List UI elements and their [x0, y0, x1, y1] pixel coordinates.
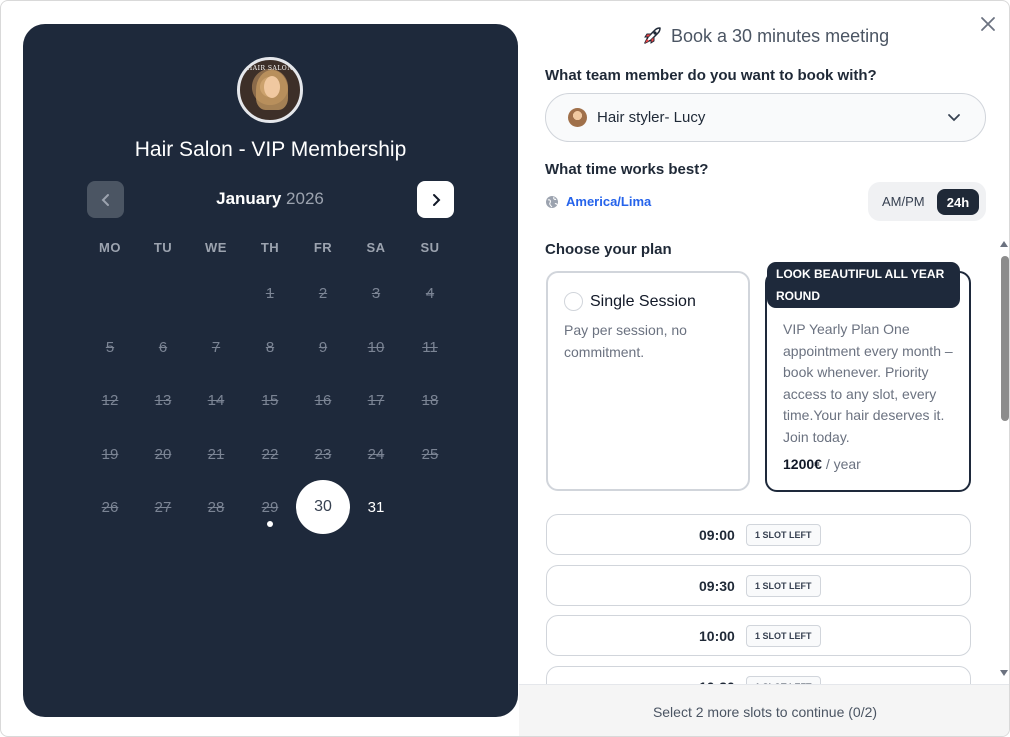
slot-badge: 1 SLOT LEFT [746, 524, 821, 546]
calendar-day: 10 [367, 339, 385, 356]
timezone-selector[interactable]: America/Lima [545, 194, 651, 209]
format-ampm-option[interactable]: AM/PM [882, 194, 925, 209]
plan-description: VIP Yearly Plan One appointment every mo… [783, 321, 953, 445]
plan-banner: LOOK BEAUTIFUL ALL YEAR ROUND [767, 262, 960, 308]
globe-icon [546, 195, 558, 208]
calendar-day: 14 [207, 392, 225, 409]
calendar-day-selected[interactable]: 30 [296, 480, 350, 534]
calendar-day: 21 [207, 446, 225, 463]
slot-time: 09:30 [699, 578, 735, 594]
next-month-button[interactable] [417, 181, 454, 218]
calendar-day: 2 [318, 285, 328, 302]
calendar-panel: HAIR SALON Hair Salon - VIP Membership J… [23, 24, 518, 717]
calendar-day: 24 [367, 446, 385, 463]
prev-month-button[interactable] [87, 181, 124, 218]
plan-question: Choose your plan [545, 241, 672, 258]
chevron-down-icon [948, 114, 960, 122]
calendar-day: 17 [367, 392, 385, 409]
timezone-name[interactable]: America/Lima [566, 194, 651, 209]
calendar-day: 20 [154, 446, 172, 463]
plan-radio[interactable] [564, 292, 583, 311]
time-format-toggle[interactable]: AM/PM 24h [868, 182, 986, 221]
weekday-su: SU [420, 240, 440, 255]
plan-description: Pay per session, no commitment. [564, 322, 687, 360]
booking-modal: HAIR SALON Hair Salon - VIP Membership J… [0, 0, 1010, 737]
month-name: January [216, 189, 282, 208]
slot-time: 09:00 [699, 527, 735, 543]
avatar-text: HAIR SALON [247, 65, 293, 72]
calendar-day: 1 [265, 285, 275, 302]
team-member-select[interactable]: Hair styler- Lucy [545, 93, 986, 142]
calendar-day: 6 [158, 339, 168, 356]
chevron-right-icon [432, 193, 440, 206]
weekday-mo: MO [99, 240, 121, 255]
close-button[interactable] [977, 13, 999, 35]
scroll-down-arrow-icon[interactable] [1000, 670, 1008, 676]
month-label: January 2026 [133, 189, 407, 209]
calendar-day: 9 [318, 339, 328, 356]
salon-avatar: HAIR SALON [237, 57, 303, 123]
scrollbar-thumb[interactable] [1001, 256, 1009, 421]
today-indicator [267, 521, 273, 527]
weekday-th: TH [260, 240, 280, 255]
meeting-title: Book a 30 minutes meeting [641, 25, 889, 47]
calendar-day: 11 [422, 339, 438, 356]
calendar-day: 28 [207, 499, 225, 516]
calendar-day: 25 [421, 446, 439, 463]
slot-time: 10:00 [699, 628, 735, 644]
calendar-day: 7 [211, 339, 221, 356]
plan-price-amount: 1200€ [783, 456, 822, 472]
weekday-we: WE [205, 240, 227, 255]
meeting-title-text: Book a 30 minutes meeting [671, 25, 890, 46]
chevron-left-icon [101, 193, 109, 206]
time-slot[interactable]: 10:00 1 SLOT LEFT [546, 615, 971, 656]
calendar-day: 27 [154, 499, 172, 516]
rocket-icon [644, 27, 661, 44]
calendar-day: 3 [371, 285, 381, 302]
calendar-day: 12 [101, 392, 119, 409]
calendar-day: 13 [154, 392, 172, 409]
calendar-day: 22 [261, 446, 279, 463]
calendar-day: 15 [261, 392, 279, 409]
footer-status-text: Select 2 more slots to continue (0/2) [652, 703, 878, 720]
plan-price-period: / year [821, 456, 861, 472]
close-icon [981, 17, 995, 31]
slot-badge: 1 SLOT LEFT [746, 625, 821, 647]
slot-badge: 1 SLOT LEFT [746, 575, 821, 597]
team-question: What team member do you want to book wit… [545, 67, 877, 84]
weekday-fr: FR [313, 240, 333, 255]
event-title: Hair Salon - VIP Membership [134, 138, 407, 161]
month-year: 2026 [286, 189, 324, 208]
calendar-day-available[interactable]: 31 [356, 499, 396, 516]
continue-footer: Select 2 more slots to continue (0/2) [519, 684, 1009, 736]
team-member-value: Hair styler- Lucy [597, 109, 706, 126]
time-slot[interactable]: 09:30 1 SLOT LEFT [546, 565, 971, 606]
team-member-avatar [568, 108, 587, 127]
weekday-sa: SA [366, 240, 386, 255]
calendar-day: 8 [265, 339, 275, 356]
format-24h-option[interactable]: 24h [937, 189, 979, 215]
plan-price: 1200€ / year [783, 456, 861, 472]
calendar-day: 16 [314, 392, 332, 409]
plan-card-single[interactable]: Single Session Pay per session, no commi… [546, 271, 750, 491]
calendar-day: 4 [425, 285, 435, 302]
scroll-up-arrow-icon[interactable] [1000, 241, 1008, 247]
calendar-day-today: 29 [261, 499, 279, 516]
plan-name: Single Session [590, 293, 696, 310]
calendar-day: 18 [421, 392, 439, 409]
calendar-day: 19 [101, 446, 119, 463]
calendar-day: 23 [314, 446, 332, 463]
time-slot[interactable]: 09:00 1 SLOT LEFT [546, 514, 971, 555]
calendar-day: 5 [105, 339, 115, 356]
calendar-day: 26 [101, 499, 119, 516]
weekday-tu: TU [153, 240, 173, 255]
time-question: What time works best? [545, 161, 709, 178]
